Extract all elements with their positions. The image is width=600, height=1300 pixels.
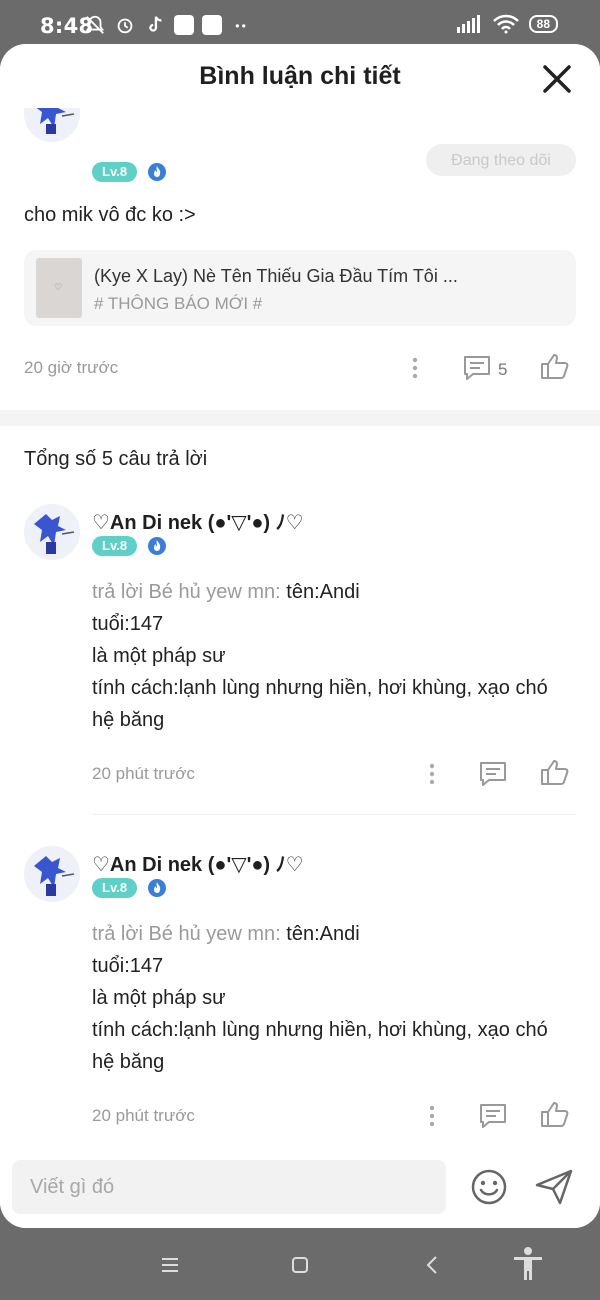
- app-notification-icon: [202, 15, 222, 35]
- reply-badges: Lv.8: [92, 536, 167, 556]
- comment-icon[interactable]: [478, 1102, 508, 1130]
- reply-to-prefix: trả lời Bé hủ yew mn:: [92, 923, 281, 945]
- alarm-icon: [117, 18, 133, 34]
- reply-text: trả lời Bé hủ yew mn: tên:Andi tuổi:147 …: [92, 918, 582, 1078]
- top-comment-badges: Lv.8: [92, 162, 167, 182]
- thumbs-up-icon[interactable]: [540, 1100, 570, 1128]
- total-replies-label: Tổng số 5 câu trả lời: [24, 448, 208, 470]
- reply-line: tính cách:lạnh lùng nhưng hiền, hơi khùn…: [92, 677, 548, 699]
- page-title: Bình luận chi tiết: [199, 62, 401, 90]
- comment-time: 20 giờ trước: [24, 358, 119, 377]
- smiley-icon[interactable]: [470, 1168, 508, 1206]
- section-divider: [0, 410, 600, 426]
- story-card[interactable]: ♡ (Kye X Lay) Nè Tên Thiếu Gia Đầu Tím T…: [24, 250, 576, 326]
- thumbs-up-icon[interactable]: [540, 758, 570, 786]
- reply-meta: 20 phút trước: [0, 1102, 600, 1132]
- comment-input[interactable]: [12, 1160, 446, 1214]
- reply-count: 5: [498, 360, 508, 379]
- reply-item: ♡An Di nek (●'▽'●) ﾉ♡ Lv.8 trả lời Bé hủ…: [0, 846, 600, 1176]
- reply-line: tên:Andi: [280, 923, 360, 945]
- reply-line: là một pháp sư: [92, 645, 226, 667]
- sheet-header: Bình luận chi tiết: [0, 44, 600, 108]
- tiktok-icon: [149, 16, 162, 32]
- reply-meta: 20 phút trước: [0, 760, 600, 790]
- level-badge: Lv.8: [92, 878, 138, 898]
- app-notification-icon: [174, 15, 194, 35]
- avatar[interactable]: [24, 504, 80, 560]
- more-vertical-icon[interactable]: [410, 356, 420, 380]
- reply-text: trả lời Bé hủ yew mn: tên:Andi tuổi:147 …: [92, 576, 582, 736]
- reply-time: 20 phút trước: [92, 1106, 195, 1125]
- mute-bell-icon: [85, 15, 105, 34]
- vip-flame-icon: [148, 537, 167, 555]
- reply-line: tên:Andi: [280, 581, 360, 603]
- battery-indicator: 88: [528, 15, 558, 33]
- comment-input-bar: [0, 1144, 600, 1228]
- story-title: (Kye X Lay) Nè Tên Thiếu Gia Đầu Tím Tôi…: [94, 266, 458, 286]
- system-nav-bar: [0, 1228, 600, 1300]
- following-button[interactable]: Đang theo dõi: [426, 144, 576, 176]
- thumbs-up-icon[interactable]: [540, 352, 570, 380]
- status-system-icons: 88: [456, 14, 558, 34]
- comment-text: cho mik vô đc ko :>: [24, 204, 196, 226]
- home-icon[interactable]: [280, 1250, 320, 1280]
- reply-username[interactable]: ♡An Di nek (●'▽'●) ﾉ♡: [92, 848, 304, 877]
- more-vertical-icon[interactable]: [427, 1104, 437, 1128]
- menu-icon[interactable]: [150, 1250, 190, 1280]
- level-badge: Lv.8: [92, 162, 138, 182]
- back-icon[interactable]: [412, 1250, 452, 1280]
- wifi-icon: [492, 14, 519, 34]
- reply-divider: [92, 814, 576, 815]
- signal-icon: [456, 15, 480, 33]
- comment-detail-sheet: Lv.8 Đang theo dõi cho mik vô đc ko :> ♡…: [0, 44, 600, 1228]
- reply-badges: Lv.8: [92, 878, 167, 898]
- top-comment-meta: 20 giờ trước 5: [0, 354, 600, 384]
- comment-icon[interactable]: [462, 354, 492, 382]
- reply-username[interactable]: ♡An Di nek (●'▽'●) ﾉ♡: [92, 506, 304, 535]
- following-button-label: Đang theo dõi: [451, 152, 551, 169]
- comment-scroll-area[interactable]: Lv.8 Đang theo dõi cho mik vô đc ko :> ♡…: [0, 44, 600, 1157]
- more-vertical-icon[interactable]: [427, 762, 437, 786]
- reply-line: tính cách:lạnh lùng nhưng hiền, hơi khùn…: [92, 1019, 548, 1041]
- avatar-character-icon: [24, 504, 80, 560]
- reply-line: là một pháp sư: [92, 987, 226, 1009]
- avatar-character-icon: [24, 846, 80, 902]
- level-badge: Lv.8: [92, 536, 138, 556]
- reply-line: hệ băng: [92, 1051, 165, 1073]
- story-thumbnail: ♡: [36, 258, 82, 318]
- reply-item: ♡An Di nek (●'▽'●) ﾉ♡ Lv.8 trả lời Bé hủ…: [0, 504, 600, 834]
- more-dots-icon: [235, 24, 246, 28]
- reply-line: hệ băng: [92, 709, 165, 731]
- status-notification-icons: [84, 14, 252, 36]
- reply-line: tuổi:147: [92, 955, 164, 977]
- close-icon[interactable]: [542, 64, 572, 94]
- reply-line: tuổi:147: [92, 613, 164, 635]
- comment-icon[interactable]: [478, 760, 508, 788]
- vip-flame-icon: [148, 879, 167, 897]
- vip-flame-icon: [148, 163, 167, 181]
- reply-to-prefix: trả lời Bé hủ yew mn:: [92, 581, 281, 603]
- reply-time: 20 phút trước: [92, 764, 195, 783]
- story-thumbnail-glyph: ♡: [54, 282, 63, 292]
- accessibility-icon[interactable]: [508, 1246, 548, 1282]
- send-icon[interactable]: [534, 1168, 574, 1206]
- avatar[interactable]: [24, 846, 80, 902]
- story-tag: # THÔNG BÁO MỚI #: [94, 294, 263, 313]
